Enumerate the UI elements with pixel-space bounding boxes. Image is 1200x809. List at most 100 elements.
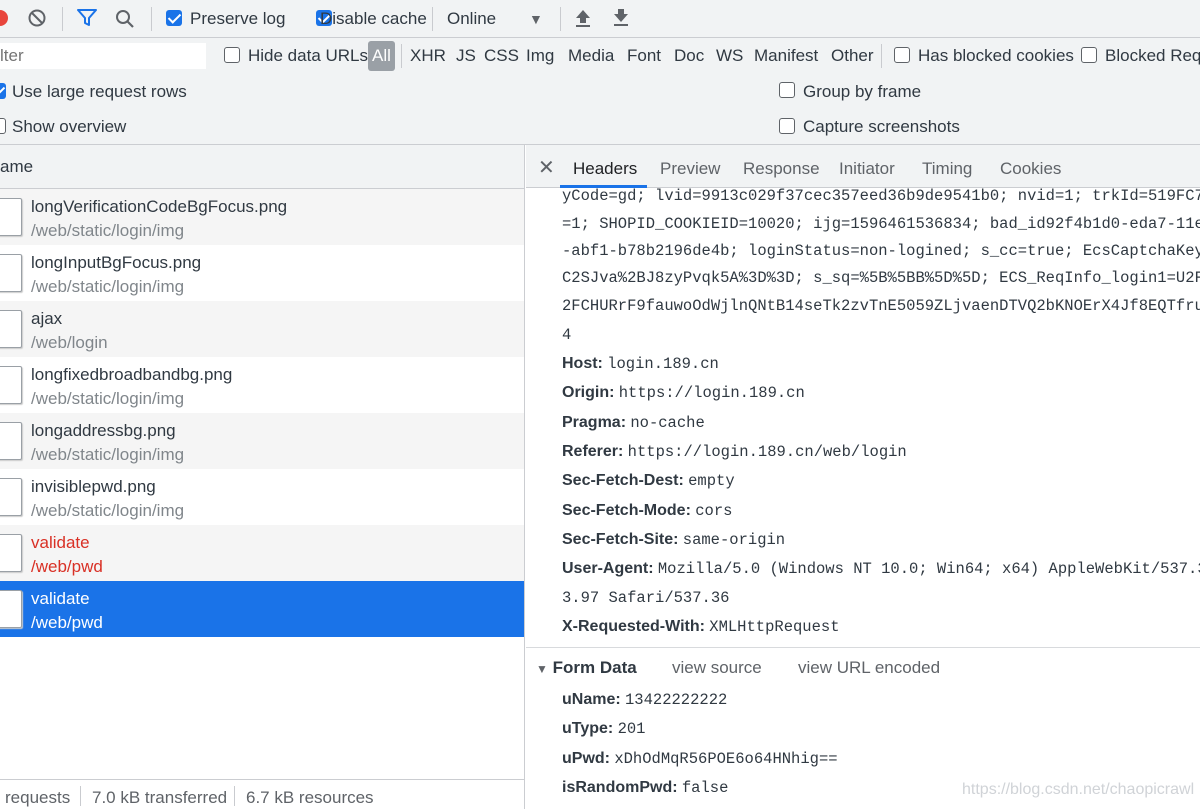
view-source-link[interactable]: view source (672, 658, 762, 678)
form-field-israndompwd: isRandomPwd: false (562, 779, 729, 797)
watermark-text: https://blog.csdn.net/chaopicrawl (962, 781, 1195, 798)
header-referer: Referer: https://login.189.cn/web/login (562, 443, 907, 461)
request-name: longfixedbroadbandbg.png (31, 365, 233, 384)
request-name: longVerificationCodeBgFocus.png (31, 197, 288, 216)
network-toolbar: Preserve log Disable cache Online ▼ (0, 0, 1200, 38)
status-bar: requests 7.0 kB transferred 6.7 kB resou… (0, 779, 524, 809)
import-har-icon[interactable] (574, 8, 592, 28)
name-column-header[interactable]: ame (0, 145, 524, 189)
throttle-select[interactable]: Online ▼ (447, 9, 547, 29)
capture-screenshots-checkbox[interactable] (779, 118, 795, 134)
resources-size: 6.7 kB resources (246, 788, 374, 807)
cookie-value-line: yCode=gd; lvid=9913c029f37cec357eed36b9d… (562, 187, 1200, 205)
capture-screenshots-label[interactable]: Capture screenshots (803, 117, 960, 137)
form-data-title: Form Data (552, 658, 637, 677)
request-path: /web/static/login/img (31, 501, 185, 520)
filter-bar: Hide data URLs All XHR JS CSS Img Media … (0, 38, 1200, 74)
close-icon[interactable]: ✕ (538, 155, 555, 180)
blocked-requests-label[interactable]: Blocked Requ (1105, 46, 1200, 66)
filter-icon[interactable] (77, 9, 97, 27)
file-icon (0, 310, 22, 348)
request-row[interactable]: longInputBgFocus.png /web/static/login/i… (0, 245, 524, 301)
filter-ws[interactable]: WS (716, 46, 743, 66)
request-name: longInputBgFocus.png (31, 253, 202, 272)
status-divider (80, 786, 81, 806)
request-path: /web/static/login/img (31, 445, 185, 464)
record-icon[interactable] (0, 10, 8, 26)
toolbar-divider (151, 7, 152, 31)
request-row[interactable]: longfixedbroadbandbg.png /web/static/log… (0, 357, 524, 413)
filter-manifest[interactable]: Manifest (754, 46, 818, 66)
filter-all-button[interactable]: All (368, 41, 395, 71)
request-name: invisiblepwd.png (31, 477, 156, 496)
triangle-down-icon: ▼ (536, 662, 548, 676)
request-row-selected[interactable]: validate /web/pwd (0, 581, 524, 637)
request-name: validate (31, 533, 90, 552)
request-row[interactable]: longVerificationCodeBgFocus.png /web/sta… (0, 189, 524, 245)
request-row[interactable]: invisiblepwd.png /web/static/login/img (0, 469, 524, 525)
hide-data-urls-label[interactable]: Hide data URLs (248, 46, 368, 66)
tab-headers[interactable]: Headers (573, 159, 637, 179)
request-name: longaddressbg.png (31, 421, 176, 440)
toolbar-divider (432, 7, 433, 31)
group-by-frame-label[interactable]: Group by frame (803, 82, 921, 102)
view-url-encoded-link[interactable]: view URL encoded (798, 658, 940, 678)
request-row[interactable]: longaddressbg.png /web/static/login/img (0, 413, 524, 469)
blocked-requests-checkbox[interactable] (1081, 47, 1097, 63)
form-field-uname: uName: 13422222222 (562, 691, 728, 709)
cookie-value-line: -abf1-b78b2196de4b; loginStatus=non-logi… (562, 242, 1200, 260)
preserve-log-checkbox[interactable] (166, 10, 182, 26)
show-overview-label[interactable]: Show overview (12, 117, 126, 137)
toolbar-divider (401, 44, 402, 68)
request-path: /web/pwd (31, 557, 103, 576)
filter-img[interactable]: Img (526, 46, 554, 66)
preserve-log-label[interactable]: Preserve log (190, 9, 285, 29)
section-divider (526, 647, 1200, 648)
hide-data-urls-checkbox[interactable] (224, 47, 240, 63)
filter-media[interactable]: Media (568, 46, 614, 66)
request-name: ajax (31, 309, 63, 328)
header-sec-fetch-site: Sec-Fetch-Site: same-origin (562, 531, 786, 549)
header-sec-fetch-dest: Sec-Fetch-Dest: empty (562, 472, 735, 490)
file-icon (0, 366, 22, 404)
filter-xhr[interactable]: XHR (410, 46, 446, 66)
request-row[interactable]: ajax /web/login (0, 301, 524, 357)
tab-timing[interactable]: Timing (922, 159, 972, 179)
request-list-panel: ame longVerificationCodeBgFocus.png /web… (0, 145, 525, 809)
filter-css[interactable]: CSS (484, 46, 519, 66)
has-blocked-cookies-checkbox[interactable] (894, 47, 910, 63)
clear-icon[interactable] (28, 9, 46, 27)
toolbar-divider (881, 44, 882, 68)
request-path: /web/static/login/img (31, 389, 185, 408)
request-count: requests (5, 788, 71, 807)
header-user-agent: User-Agent: Mozilla/5.0 (Windows NT 10.0… (562, 560, 1200, 578)
file-icon (0, 254, 22, 292)
header-origin: Origin: https://login.189.cn (562, 384, 805, 402)
has-blocked-cookies-label[interactable]: Has blocked cookies (918, 46, 1074, 66)
export-har-icon[interactable] (612, 8, 630, 28)
tab-initiator[interactable]: Initiator (839, 159, 895, 179)
search-icon[interactable] (115, 9, 135, 29)
request-path: /web/static/login/img (31, 277, 185, 296)
request-detail-panel: ✕ Headers Preview Response Initiator Tim… (526, 145, 1200, 809)
tab-preview[interactable]: Preview (660, 159, 720, 179)
filter-font[interactable]: Font (627, 46, 661, 66)
header-user-agent-cont: 3.97 Safari/537.36 (562, 589, 730, 607)
large-rows-checkbox[interactable] (0, 83, 6, 99)
transferred-size: 7.0 kB transferred (92, 788, 228, 807)
filter-js[interactable]: JS (456, 46, 476, 66)
filter-input[interactable] (0, 43, 206, 69)
show-overview-checkbox[interactable] (0, 118, 6, 134)
header-pragma: Pragma: no-cache (562, 414, 705, 432)
form-data-toggle[interactable]: ▼ Form Data (536, 658, 637, 678)
toolbar-divider (62, 7, 63, 31)
filter-doc[interactable]: Doc (674, 46, 704, 66)
group-by-frame-checkbox[interactable] (779, 82, 795, 98)
tab-response[interactable]: Response (743, 159, 820, 179)
filter-other[interactable]: Other (831, 46, 874, 66)
large-rows-label[interactable]: Use large request rows (12, 82, 187, 102)
chevron-down-icon: ▼ (529, 11, 543, 27)
disable-cache-label[interactable]: Disable cache (320, 9, 427, 29)
request-row-error[interactable]: validate /web/pwd (0, 525, 524, 581)
tab-cookies[interactable]: Cookies (1000, 159, 1061, 179)
